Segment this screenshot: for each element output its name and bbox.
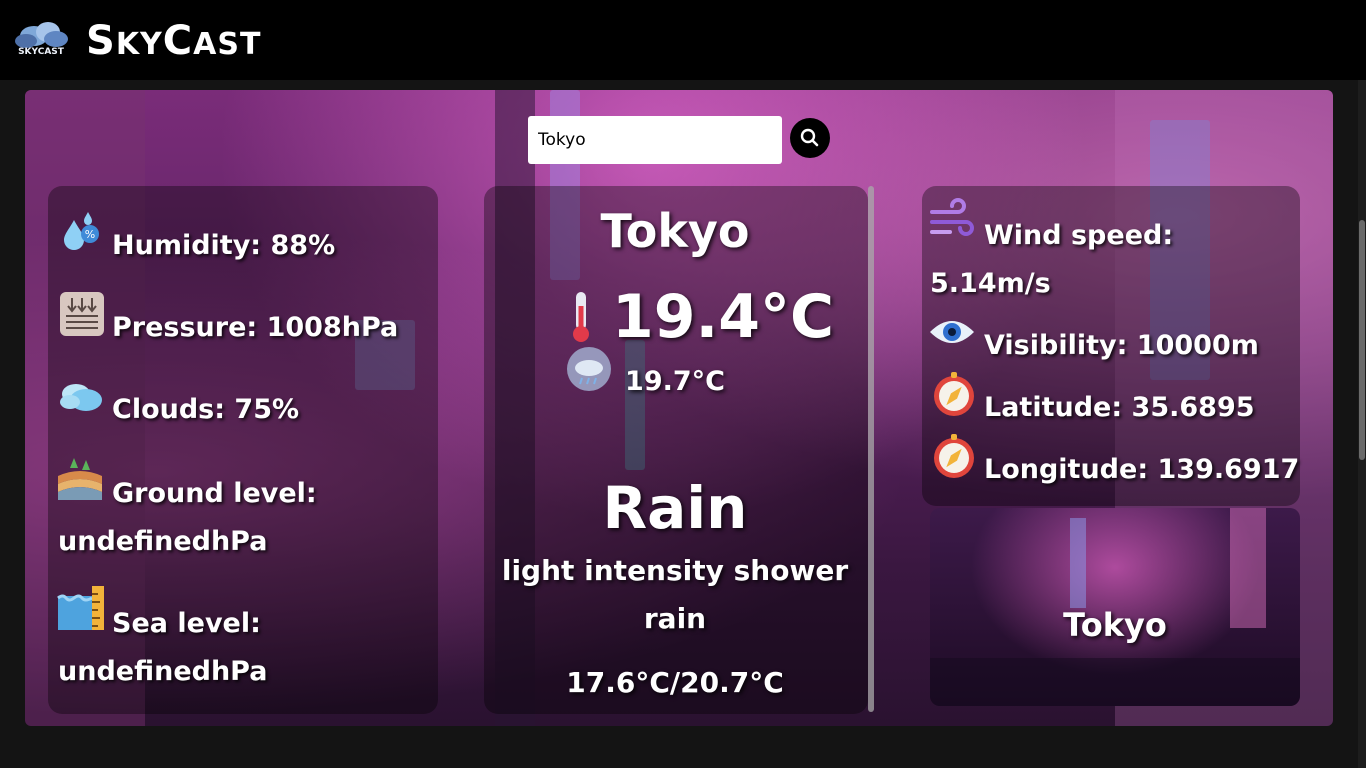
skycast-logo: SKYCAST (15, 22, 68, 57)
humidity-icon: % (64, 212, 99, 250)
svg-text:%: % (85, 228, 95, 241)
weather-condition: Rain (602, 474, 748, 542)
feels-like-temperature: 19.7°C (625, 366, 725, 397)
panel-divider (868, 186, 874, 712)
search-button[interactable] (790, 118, 830, 158)
scrollbar-thumb[interactable] (1359, 220, 1365, 460)
brand-title: SKYCAST (86, 18, 262, 64)
wind-speed-label: Wind speed: (984, 220, 1174, 251)
compass-icon (934, 372, 974, 416)
svg-text:SKYCAST: SKYCAST (18, 47, 65, 57)
city-name: Tokyo (600, 204, 750, 258)
visibility-value: Visibility: 10000m (984, 330, 1259, 361)
ground-level-value: undefinedhPa (58, 526, 268, 557)
humidity-value: Humidity: 88% (112, 230, 336, 261)
compass-icon (934, 434, 974, 478)
weather-description-line2: rain (643, 602, 707, 635)
temperature: 19.4°C (612, 282, 835, 352)
clouds-icon (60, 384, 102, 411)
weather-description-line1: light intensity shower (501, 554, 849, 587)
latitude-value: Latitude: 35.6895 (984, 392, 1255, 423)
app-header: SKYCAST SKYCAST (0, 0, 1366, 80)
eye-icon (930, 321, 974, 343)
page-scrollbar[interactable] (1358, 80, 1366, 768)
sea-level-label: Sea level: (112, 608, 261, 639)
ground-level-label: Ground level: (112, 478, 317, 509)
pressure-value: Pressure: 1008hPa (112, 312, 399, 343)
longitude-value: Longitude: 139.6917 (984, 454, 1300, 485)
sea-level-icon (57, 586, 104, 630)
thermometer-icon (573, 292, 589, 342)
pressure-icon (60, 292, 104, 336)
search-icon (800, 128, 819, 147)
min-max-temperature: 17.6°C/20.7°C (566, 666, 784, 699)
wind-speed-value: 5.14m/s (930, 268, 1051, 299)
search-input[interactable] (528, 116, 782, 164)
ground-level-icon (58, 458, 102, 500)
city-photo-label: Tokyo (1063, 606, 1167, 644)
sea-level-value: undefinedhPa (58, 656, 268, 687)
wind-icon (930, 198, 974, 236)
clouds-value: Clouds: 75% (112, 394, 300, 425)
